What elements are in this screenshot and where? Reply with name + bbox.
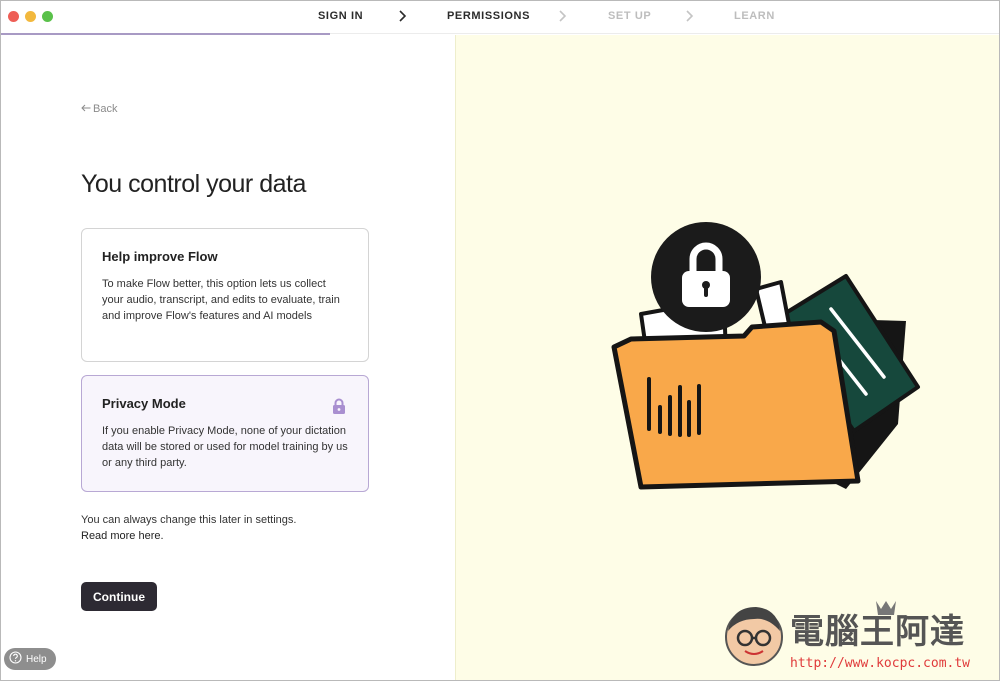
option-privacy-mode[interactable]: Privacy Mode If you enable Privacy Mode,… <box>81 375 369 492</box>
option-title: Privacy Mode <box>102 396 186 411</box>
read-more-link[interactable]: Read more here. <box>81 530 164 542</box>
option-description: If you enable Privacy Mode, none of your… <box>102 425 348 469</box>
lock-icon <box>332 398 346 420</box>
option-title: Help improve Flow <box>102 249 218 264</box>
illustration-pane: 電腦王阿達 http://www.kocpc.com.tw <box>455 35 999 680</box>
help-button[interactable]: Help <box>4 648 56 670</box>
settings-note-text: You can always change this later in sett… <box>81 514 297 526</box>
chevron-right-icon <box>685 9 695 23</box>
arrow-left-icon <box>81 103 91 115</box>
step-permissions: PERMISSIONS <box>447 10 531 22</box>
page-title: You control your data <box>81 170 306 198</box>
back-link[interactable]: Back <box>81 103 117 115</box>
step-sign-in: SIGN IN <box>318 10 364 22</box>
onboarding-steps: SIGN IN PERMISSIONS SET UP LEARN <box>1 1 999 34</box>
chevron-right-icon <box>558 9 568 23</box>
settings-note: You can always change this later in sett… <box>81 512 296 544</box>
watermark-url: http://www.kocpc.com.tw <box>790 656 970 671</box>
help-label: Help <box>26 653 47 665</box>
continue-button[interactable]: Continue <box>81 582 157 611</box>
title-bar: SIGN IN PERMISSIONS SET UP LEARN <box>1 1 999 34</box>
watermark-logo: 電腦王阿達 http://www.kocpc.com.tw <box>725 601 970 671</box>
watermark-brand: 電腦王阿達 <box>790 612 965 652</box>
content-pane: Back You control your data Help improve … <box>1 35 455 680</box>
step-learn: LEARN <box>734 10 775 22</box>
option-description: To make Flow better, this option lets us… <box>102 278 340 322</box>
option-help-improve-flow[interactable]: Help improve Flow To make Flow better, t… <box>81 228 369 362</box>
chevron-right-icon <box>398 9 408 23</box>
step-set-up: SET UP <box>608 10 652 22</box>
app-window: SIGN IN PERMISSIONS SET UP LEARN Back Yo… <box>0 0 1000 681</box>
question-icon <box>9 651 22 667</box>
privacy-folder-illustration <box>611 222 920 490</box>
back-label: Back <box>93 103 118 115</box>
